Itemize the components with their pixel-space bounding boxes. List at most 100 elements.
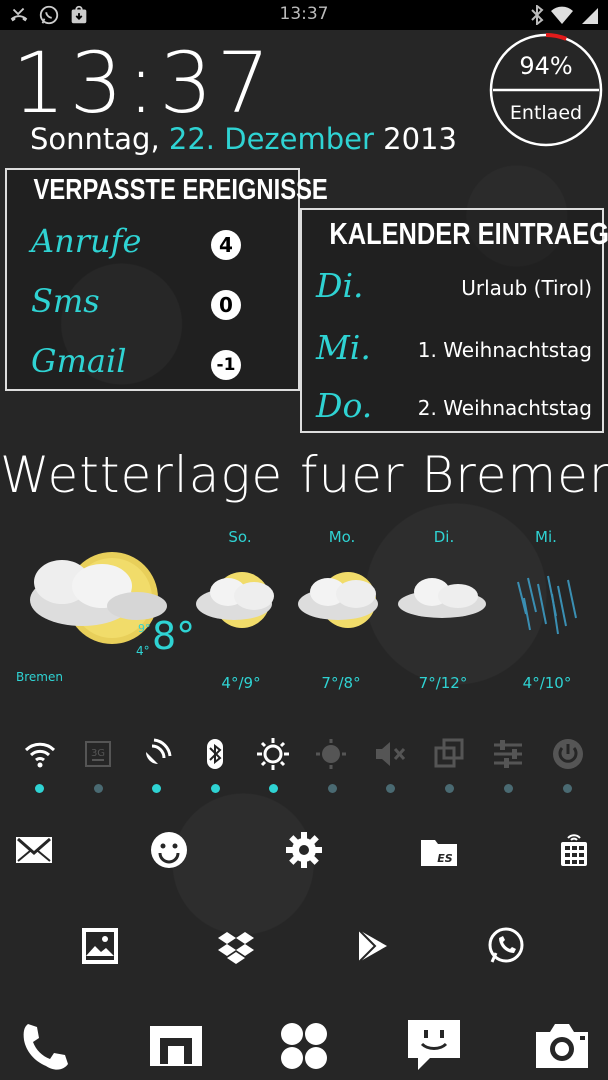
svg-text:ES: ES <box>437 852 453 865</box>
sim-toolkit-icon <box>561 834 587 866</box>
mail-app[interactable] <box>12 828 56 872</box>
missed-gmail-row[interactable]: Gmail -1 <box>31 342 281 392</box>
status-time: 13:37 <box>279 4 329 24</box>
toggle-indicator <box>35 784 44 793</box>
phone-app[interactable] <box>18 1018 74 1074</box>
toggle-indicator <box>386 784 395 793</box>
auto-brightness-toggle[interactable] <box>255 736 291 772</box>
mobile-data-toggle[interactable]: 3G <box>80 736 116 772</box>
settings-toggle[interactable] <box>490 736 526 772</box>
date-year: 2013 <box>383 122 457 156</box>
forecast-day: Mo. <box>328 528 356 546</box>
missed-calls-count: 4 <box>211 230 241 260</box>
rain-icon <box>517 575 577 635</box>
dropbox-app[interactable] <box>214 924 258 968</box>
clock-date: Sonntag, 22. Dezember 2013 <box>30 122 457 156</box>
toggle-indicator <box>504 784 513 793</box>
calendar-widget[interactable]: KALENDER EINTRAEGE Di. Urlaub (Tirol) Mi… <box>300 208 608 433</box>
svg-text:3G: 3G <box>91 748 105 759</box>
forecast-temp: 4°/10° <box>522 674 572 692</box>
bluetooth-icon <box>207 739 223 769</box>
toggle-indicator <box>269 784 278 793</box>
signal-icon <box>582 8 598 24</box>
dropbox-icon <box>218 932 254 964</box>
current-temp: 8° <box>152 614 196 658</box>
brightness-toggle[interactable] <box>313 736 349 772</box>
date-weekday: Sonntag, <box>30 122 160 156</box>
calendar-day: Mi. <box>316 328 371 367</box>
messaging-icon <box>408 1020 460 1070</box>
forecast-day: Di. <box>433 528 455 546</box>
cloud-icon <box>398 578 486 618</box>
sun-cloud-icon <box>196 572 274 628</box>
battery-ring <box>489 33 603 147</box>
missed-calls-label: Anrufe <box>31 222 142 260</box>
smiley-app[interactable] <box>147 828 191 872</box>
missed-events-widget[interactable]: VERPASSTE EREIGNISSE Anrufe 4 Sms 0 Gmai… <box>5 168 328 392</box>
battery-label: Entlaed <box>509 102 583 124</box>
toggle-indicator <box>563 784 572 793</box>
gallery-icon <box>82 928 118 964</box>
app-drawer[interactable] <box>276 1018 332 1074</box>
missed-events-title: VERPASSTE EREIGNISSE <box>33 174 328 206</box>
whatsapp-icon <box>488 927 524 963</box>
calendar-day: Di. <box>316 266 364 305</box>
file-explorer-app[interactable]: ES <box>417 828 461 872</box>
bluetooth-toggle[interactable] <box>197 736 233 772</box>
forecast-temp: 7°/12° <box>418 674 468 692</box>
battery-widget[interactable]: 94% Entlaed <box>488 32 604 148</box>
play-store-app[interactable] <box>349 924 393 968</box>
play-store-icon <box>358 929 387 963</box>
wifi-toggle[interactable] <box>22 736 58 772</box>
brightness-icon <box>316 739 346 769</box>
calendar-row[interactable]: Do. 2. Weihnachtstag <box>316 386 598 432</box>
browser-app[interactable] <box>148 1018 204 1074</box>
bluetooth-icon <box>531 5 544 25</box>
calendar-row[interactable]: Mi. 1. Weihnachtstag <box>316 328 598 374</box>
missed-gmail-count: -1 <box>211 350 241 380</box>
mobile-data-3g-icon: 3G <box>85 741 111 767</box>
sim-toolkit-app[interactable] <box>552 828 596 872</box>
current-high: 9° <box>138 622 151 635</box>
camera-icon <box>536 1024 588 1068</box>
calendar-event: Urlaub (Tirol) <box>461 276 592 300</box>
phone-icon <box>23 1024 68 1070</box>
forecast-temp: 7°/8° <box>321 674 361 692</box>
date-day-month: 22. Dezember <box>168 122 374 156</box>
settings-app[interactable] <box>282 828 326 872</box>
mute-toggle[interactable] <box>372 736 408 772</box>
camera-app[interactable] <box>532 1018 592 1074</box>
sun-cloud-icon <box>298 572 378 628</box>
weather-title: Wetterlage fuer Bremen <box>0 446 608 504</box>
status-bar: 13:37 <box>0 0 608 30</box>
missed-sms-row[interactable]: Sms 0 <box>31 282 281 332</box>
weather-city: Bremen <box>16 670 63 684</box>
rotation-toggle[interactable] <box>430 736 466 772</box>
gps-toggle[interactable] <box>138 736 174 772</box>
missed-sms-count: 0 <box>211 290 241 320</box>
browser-icon <box>150 1026 202 1066</box>
calendar-title: KALENDER EINTRAEGE <box>329 216 608 251</box>
whatsapp-app[interactable] <box>484 924 528 968</box>
power-toggle[interactable] <box>550 736 586 772</box>
screen-rotate-icon <box>434 738 464 768</box>
missed-calls-row[interactable]: Anrufe 4 <box>31 222 281 272</box>
toggle-indicator <box>211 784 220 793</box>
forecast-day: Mi. <box>535 528 557 546</box>
battery-percent: 94% <box>519 52 573 80</box>
toggle-indicator <box>94 784 103 793</box>
power-icon <box>553 739 583 769</box>
calendar-day: Do. <box>316 386 373 425</box>
clock-time[interactable]: 13:37 <box>12 38 274 128</box>
messaging-app[interactable] <box>404 1016 464 1076</box>
settings-sliders-icon <box>494 740 522 768</box>
calendar-row[interactable]: Di. Urlaub (Tirol) <box>316 266 598 312</box>
forecast-temp: 4°/9° <box>221 674 261 692</box>
mute-icon <box>376 742 406 766</box>
gallery-app[interactable] <box>78 924 122 968</box>
settings-gear-icon <box>286 832 322 868</box>
calendar-event: 2. Weihnachtstag <box>417 396 592 420</box>
mail-icon <box>16 837 52 863</box>
auto-brightness-icon <box>257 738 289 770</box>
file-explorer-icon: ES <box>421 840 457 866</box>
